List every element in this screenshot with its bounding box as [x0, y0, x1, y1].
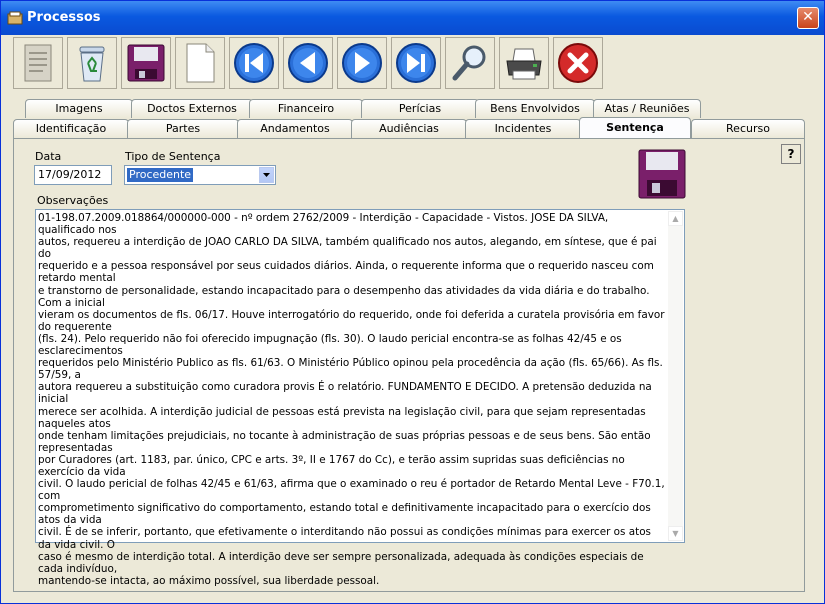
- tab-atas-reunioes[interactable]: Atas / Reuniões: [593, 99, 701, 118]
- cancel-icon: [558, 43, 598, 83]
- last-record-button[interactable]: [391, 37, 441, 89]
- tab-bens-envolvidos[interactable]: Bens Envolvidos: [475, 99, 595, 118]
- recycle-bin-icon: [79, 46, 105, 82]
- app-icon: [7, 11, 23, 25]
- delete-button[interactable]: [67, 37, 117, 89]
- data-label: Data: [35, 150, 62, 163]
- cancel-button[interactable]: [553, 37, 603, 89]
- tipo-sentenca-label: Tipo de Sentença: [125, 150, 221, 163]
- tab-incidentes[interactable]: Incidentes: [465, 119, 581, 138]
- dropdown-arrow-button[interactable]: [259, 167, 274, 183]
- save-button[interactable]: [121, 37, 171, 89]
- save-sentenca-button[interactable]: [637, 148, 687, 200]
- tab-identificacao[interactable]: Identificação: [13, 119, 129, 138]
- tab-strip: Imagens Doctos Externos Financeiro Períc…: [1, 97, 824, 141]
- tab-imagens[interactable]: Imagens: [25, 99, 133, 118]
- print-button[interactable]: [499, 37, 549, 89]
- new-document-icon: [186, 43, 215, 83]
- save-disk-icon: [638, 149, 686, 199]
- processos-window: Processos ✕ Imagens Doctos Externos Fina…: [0, 0, 825, 604]
- observacoes-scrollbar[interactable]: ▲ ▼: [668, 211, 683, 541]
- scroll-down-button[interactable]: ▼: [668, 526, 683, 541]
- save-disk-icon: [127, 44, 165, 82]
- tab-recurso[interactable]: Recurso: [691, 119, 805, 138]
- observacoes-textarea[interactable]: 01-198.07.2009.018864/000000-000 - nº or…: [35, 209, 685, 587]
- search-button[interactable]: [445, 37, 495, 89]
- tab-financeiro[interactable]: Financeiro: [249, 99, 363, 118]
- tab-partes[interactable]: Partes: [127, 119, 239, 138]
- search-magnifier-icon: [452, 45, 486, 81]
- first-record-icon: [234, 43, 274, 83]
- chevron-down-icon: [263, 173, 270, 177]
- data-field[interactable]: 17/09/2012: [34, 165, 112, 185]
- title-bar[interactable]: Processos ✕: [1, 1, 824, 35]
- help-button[interactable]: ?: [781, 144, 801, 164]
- document-list-button[interactable]: [13, 37, 63, 89]
- window-close-button[interactable]: ✕: [797, 7, 819, 29]
- observacoes-text: 01-198.07.2009.018864/000000-000 - nº or…: [38, 212, 665, 587]
- new-button[interactable]: [175, 37, 225, 89]
- previous-record-button[interactable]: [283, 37, 333, 89]
- toolbar: [11, 35, 621, 91]
- tab-doctos-externos[interactable]: Doctos Externos: [131, 99, 253, 118]
- observacoes-label: Observações: [37, 194, 109, 207]
- tab-sentenca[interactable]: Sentença: [579, 117, 691, 138]
- printer-icon: [506, 48, 542, 80]
- tab-pericias[interactable]: Perícias: [361, 99, 479, 118]
- next-record-button[interactable]: [337, 37, 387, 89]
- next-record-icon: [342, 43, 382, 83]
- document-list-icon: [24, 44, 52, 82]
- last-record-icon: [396, 43, 436, 83]
- scroll-up-button[interactable]: ▲: [668, 211, 683, 226]
- window-title: Processos: [27, 10, 101, 25]
- tab-audiencias[interactable]: Audiências: [351, 119, 467, 138]
- previous-record-icon: [288, 43, 328, 83]
- tab-andamentos[interactable]: Andamentos: [237, 119, 353, 138]
- tipo-sentenca-value: Procedente: [127, 168, 194, 182]
- first-record-button[interactable]: [229, 37, 279, 89]
- tipo-sentenca-select[interactable]: Procedente: [124, 165, 276, 185]
